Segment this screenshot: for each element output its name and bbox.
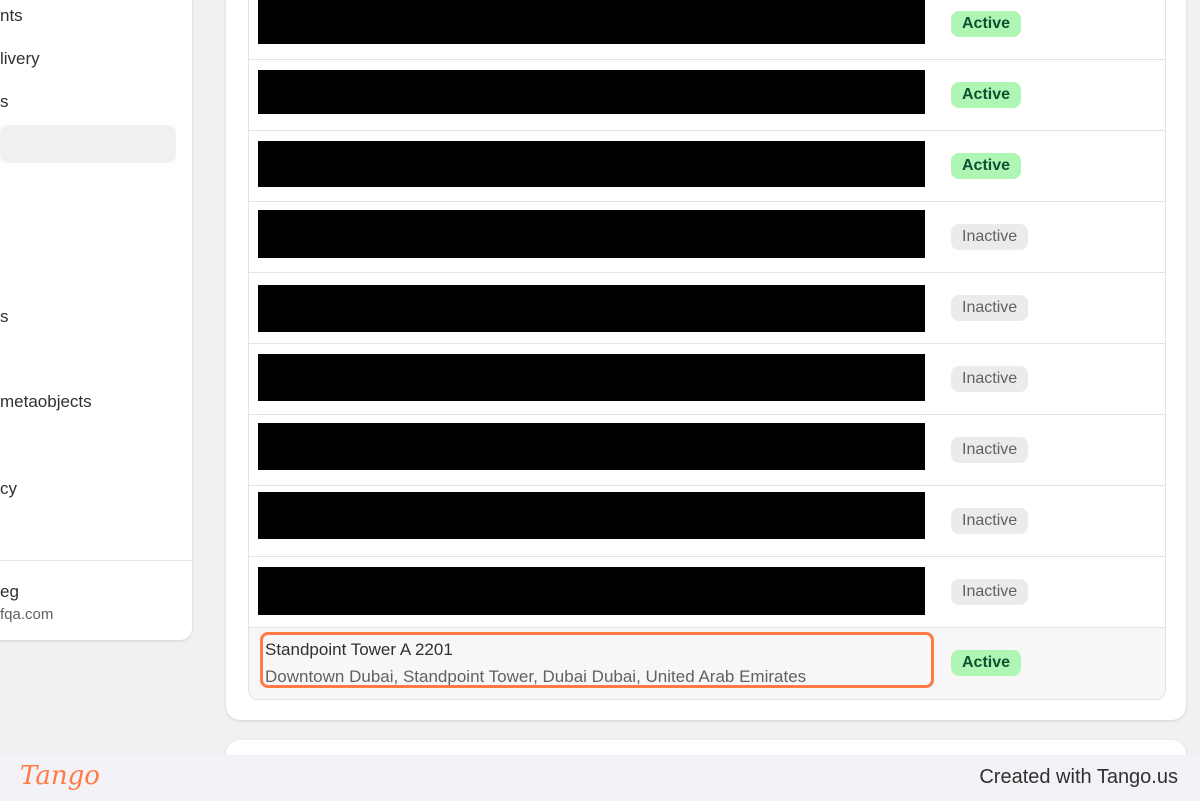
table-row[interactable]: Inactive [249,557,1165,628]
table-row[interactable]: Active [249,131,1165,202]
table-row[interactable]: Inactive [249,415,1165,486]
sidebar-item-selected[interactable] [0,125,176,163]
status-badge: Inactive [951,437,1029,463]
table-row[interactable]: Inactive [249,486,1165,557]
credit-text: Created with Tango.us [979,766,1178,788]
sidebar [0,0,192,640]
status-badge: Inactive [951,224,1029,250]
highlight-frame [260,632,934,688]
sidebar-divider [0,560,192,561]
user-name[interactable]: eg [0,582,19,602]
table-row[interactable]: Active [249,60,1165,131]
status-badge: Inactive [951,295,1029,321]
sidebar-item-1[interactable]: nts [0,6,23,26]
sidebar-item-3[interactable]: s [0,92,9,112]
status-badge: Inactive [951,508,1029,534]
status-badge: Active [951,153,1022,179]
redacted-block [258,354,925,401]
table-row[interactable]: Inactive [249,273,1165,344]
status-badge: Active [951,650,1022,676]
table-row[interactable]: Inactive [249,344,1165,415]
user-email: fqa.com [0,606,54,623]
redacted-block [258,285,925,332]
status-badge: Active [951,82,1022,108]
locations-table: Active Active Active Inactive Inactive I… [248,0,1166,700]
redacted-block [258,210,925,258]
sidebar-item-4[interactable]: s [0,307,9,327]
table-row[interactable]: Inactive [249,202,1165,273]
sidebar-item-5[interactable]: cy [0,479,17,499]
table-row[interactable]: Active [249,0,1165,60]
redacted-block [258,567,925,615]
redacted-block [258,0,925,44]
tango-footer: Tango Created with Tango.us [0,755,1200,801]
redacted-block [258,141,925,187]
redacted-block [258,70,925,114]
status-badge: Inactive [951,366,1029,392]
redacted-block [258,492,925,539]
redacted-block [258,423,925,470]
status-badge: Inactive [951,579,1029,605]
tango-logo: Tango [20,761,100,791]
sidebar-item-2[interactable]: livery [0,49,40,69]
status-badge: Active [951,11,1022,37]
sidebar-item-metaobjects[interactable]: metaobjects [0,392,92,412]
